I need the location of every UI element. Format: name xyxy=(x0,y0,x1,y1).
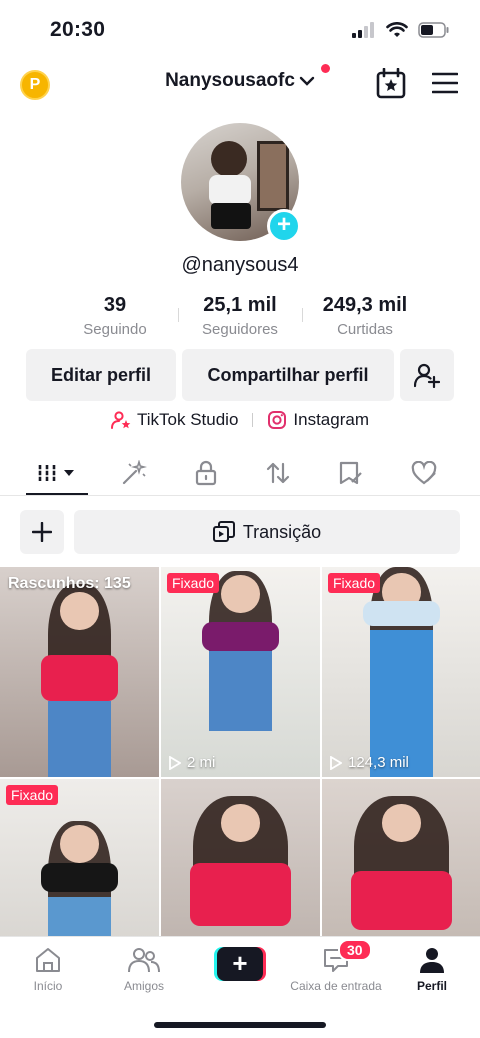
add-video-button[interactable] xyxy=(20,510,64,554)
pinned-badge: Fixado xyxy=(6,785,59,805)
instagram-icon xyxy=(268,411,287,429)
account-username: Nanysousaofc xyxy=(165,70,295,91)
plus-icon: + xyxy=(217,947,263,981)
likes-label: Curtidas xyxy=(337,321,393,338)
grid-filter-icon xyxy=(37,465,74,481)
video-thumbnail[interactable]: Fixado 2 mi xyxy=(161,567,320,777)
account-switcher[interactable]: Nanysousaofc xyxy=(165,64,330,92)
tab-magic[interactable] xyxy=(104,458,164,488)
video-grid: Rascunhos: 135 Fixado 2 mi Fixado 124,3 … xyxy=(0,567,480,989)
menu-icon[interactable] xyxy=(432,72,458,94)
edit-profile-button[interactable]: Editar perfil xyxy=(26,349,176,401)
stat-divider xyxy=(302,308,303,322)
inbox-badge: 30 xyxy=(338,939,372,961)
profile-buttons: Editar perfil Compartilhar perfil xyxy=(26,349,454,401)
nav-inbox-label: Caixa de entrada xyxy=(290,979,382,993)
notification-dot xyxy=(320,64,330,73)
nav-home-label: Início xyxy=(33,979,63,993)
play-icon xyxy=(169,755,181,770)
plus-icon xyxy=(32,522,52,542)
followers-label: Seguidores xyxy=(202,321,278,338)
links-divider xyxy=(252,413,254,427)
stat-divider xyxy=(178,308,179,322)
instagram-link[interactable]: Instagram xyxy=(267,410,369,430)
profile-avatar[interactable]: + xyxy=(181,123,301,243)
following-label: Seguindo xyxy=(83,321,147,338)
tiktok-studio-link[interactable]: TikTok Studio xyxy=(110,410,239,430)
status-bar: 20:30 xyxy=(0,0,480,60)
magic-wand-icon xyxy=(122,460,147,485)
tab-private[interactable] xyxy=(176,458,236,488)
transition-button[interactable]: Transição xyxy=(74,510,460,554)
wifi-icon xyxy=(386,22,408,37)
tiktok-studio-label: TikTok Studio xyxy=(136,410,239,429)
view-count: 2 mi xyxy=(169,754,215,771)
stat-following[interactable]: 39 Seguindo xyxy=(60,294,170,338)
profile-links: TikTok Studio Instagram xyxy=(0,410,480,430)
username-row: Nanysousaofc xyxy=(0,64,480,92)
calendar-star-icon[interactable] xyxy=(376,68,406,100)
tab-reposts[interactable] xyxy=(248,458,308,488)
drafts-label: Rascunhos: 135 xyxy=(8,575,131,592)
status-time: 20:30 xyxy=(50,18,106,41)
bookmark-icon xyxy=(339,461,362,485)
home-icon xyxy=(36,948,60,972)
video-thumbnail[interactable]: Fixado 124,3 mil xyxy=(322,567,480,777)
nav-friends-label: Amigos xyxy=(123,979,164,993)
share-profile-button[interactable]: Compartilhar perfil xyxy=(182,349,394,401)
video-thumbnail[interactable]: Rascunhos: 135 xyxy=(0,567,159,777)
active-tab-indicator xyxy=(26,493,88,495)
profile-stats: 39 Seguindo 25,1 mil Seguidores 249,3 mi… xyxy=(60,294,420,338)
add-friend-button[interactable] xyxy=(400,349,454,401)
view-count: 124,3 mil xyxy=(330,754,409,771)
action-row: Transição xyxy=(20,510,460,554)
nav-home[interactable]: Início xyxy=(0,945,96,993)
nav-profile[interactable]: Perfil xyxy=(384,945,480,993)
lock-icon xyxy=(195,460,217,486)
transition-icon xyxy=(212,521,235,542)
profile-tabs xyxy=(0,452,480,496)
profile-topbar: P Nanysousaofc xyxy=(0,62,480,108)
stat-followers[interactable]: 25,1 mil Seguidores xyxy=(185,294,295,338)
profile-icon xyxy=(420,948,444,973)
tab-saved[interactable] xyxy=(320,458,380,488)
instagram-label: Instagram xyxy=(293,410,369,429)
studio-icon xyxy=(110,411,131,429)
add-story-icon[interactable]: + xyxy=(267,209,301,243)
following-count: 39 xyxy=(103,294,127,316)
nav-profile-label: Perfil xyxy=(416,979,447,993)
create-button[interactable]: + xyxy=(214,947,266,981)
heart-icon xyxy=(411,461,437,485)
repost-icon xyxy=(266,462,290,484)
chevron-down-icon xyxy=(299,76,315,86)
followers-count: 25,1 mil xyxy=(203,294,277,316)
pinned-badge: Fixado xyxy=(167,573,220,593)
play-icon xyxy=(330,755,342,770)
tab-videos[interactable] xyxy=(28,458,88,488)
pinned-badge: Fixado xyxy=(328,573,381,593)
tab-liked[interactable] xyxy=(394,458,454,488)
likes-count: 249,3 mil xyxy=(322,294,408,316)
home-indicator xyxy=(154,1022,326,1028)
status-icons xyxy=(352,22,450,38)
view-count-value: 2 mi xyxy=(187,754,216,771)
transition-label: Transição xyxy=(242,521,322,542)
stat-likes[interactable]: 249,3 mil Curtidas xyxy=(310,294,420,338)
battery-icon xyxy=(418,22,449,38)
signal-icon xyxy=(352,22,374,38)
nav-friends[interactable]: Amigos xyxy=(96,945,192,993)
view-count-value: 124,3 mil xyxy=(348,754,409,771)
add-friend-icon xyxy=(414,363,440,388)
profile-handle: @nanysous4 xyxy=(181,254,299,276)
friends-icon xyxy=(128,948,160,973)
